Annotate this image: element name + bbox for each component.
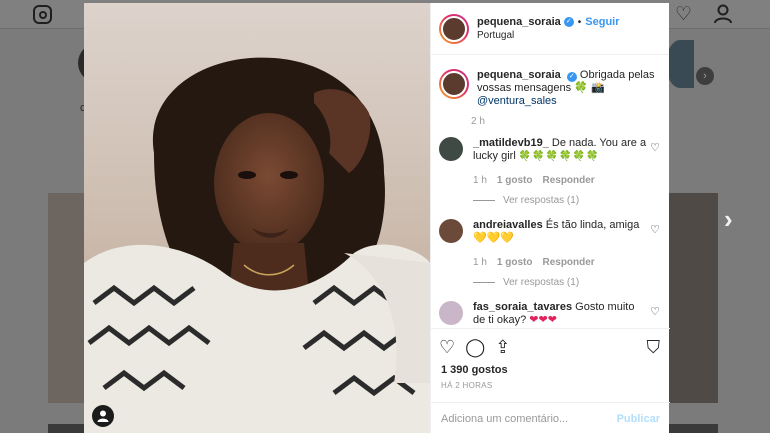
comment-time[interactable]: 1 h <box>473 174 487 187</box>
like-comment-heart-icon[interactable]: ♡ <box>650 141 660 207</box>
like-heart-icon[interactable]: ♡ <box>439 337 455 358</box>
comment-time[interactable]: 1 h <box>473 256 487 269</box>
reply-button[interactable]: Responder <box>542 256 594 269</box>
caption-mention[interactable]: @ventura_sales <box>477 95 660 108</box>
activity-heart-icon[interactable]: ♡ <box>675 3 692 26</box>
comment-input[interactable] <box>441 412 617 425</box>
post-modal: pequena_soraia ✓ • Seguir Portugal peque… <box>84 3 670 433</box>
grid-post-thumbnail <box>668 424 718 433</box>
caption-time[interactable]: 2 h <box>471 116 660 127</box>
comment-composer: Publicar <box>431 402 670 433</box>
commenter-avatar[interactable] <box>439 137 463 161</box>
author-avatar[interactable] <box>439 13 469 44</box>
commenter-username[interactable]: andreiavalles <box>473 219 543 231</box>
caption: pequena_soraia ✓ Obrigada pelas vossas m… <box>439 69 660 108</box>
likes-count[interactable]: 1 390 gostos <box>441 364 508 376</box>
stories-avatar <box>666 40 694 88</box>
reply-button[interactable]: Responder <box>542 174 594 187</box>
author-avatar[interactable] <box>439 69 469 99</box>
separator-dot: • <box>577 16 582 28</box>
publish-button[interactable]: Publicar <box>617 413 660 425</box>
grid-post-thumbnail <box>48 193 85 403</box>
comment-emoji: ❤❤❤ <box>529 314 557 326</box>
like-comment-heart-icon[interactable]: ♡ <box>650 223 660 289</box>
commenter-username[interactable]: fas_soraia_tavares <box>473 301 572 313</box>
profile-icon[interactable] <box>712 3 734 25</box>
post-actions: ♡ ◯ ⇪ ⛉ 1 390 gostos HÁ 2 HORAS Publicar <box>431 328 670 433</box>
comment-bubble-icon[interactable]: ◯ <box>465 337 485 358</box>
comment-emoji: 💛💛💛 <box>473 232 515 244</box>
post-location[interactable]: Portugal <box>477 30 620 41</box>
comment: _matildevb19_ De nada. You are a lucky g… <box>439 137 660 207</box>
post-photo[interactable] <box>84 3 430 433</box>
view-replies-button[interactable]: Ver respostas (1) <box>503 276 579 289</box>
author-username[interactable]: pequena_soraia <box>477 16 561 28</box>
commenter-avatar[interactable] <box>439 219 463 243</box>
caption-username[interactable]: pequena_soraia <box>477 69 561 81</box>
grid-post-thumbnail <box>668 193 718 403</box>
comments-list[interactable]: pequena_soraia ✓ Obrigada pelas vossas m… <box>431 56 670 328</box>
verified-badge-icon: ✓ <box>566 72 577 82</box>
instagram-logo-icon[interactable] <box>33 5 52 24</box>
follow-button[interactable]: Seguir <box>585 16 619 28</box>
comment-likes[interactable]: 1 gosto <box>497 174 533 187</box>
stories-scroll-button[interactable]: › <box>696 67 714 85</box>
like-comment-heart-icon[interactable]: ♡ <box>650 305 660 327</box>
comment: fas_soraia_tavares Gosto muito de ti oka… <box>439 301 660 327</box>
share-icon[interactable]: ⇪ <box>495 337 510 358</box>
portrait-illustration <box>84 3 430 433</box>
post-header: pequena_soraia ✓ • Seguir Portugal <box>431 3 669 55</box>
save-bookmark-icon[interactable]: ⛉ <box>647 337 661 358</box>
comment: andreiavalles És tão linda, amiga 💛💛💛 1 … <box>439 219 660 289</box>
commenter-username[interactable]: _matildevb19_ <box>473 137 549 149</box>
comment-likes[interactable]: 1 gosto <box>497 256 533 269</box>
comment-emoji: 🍀🍀🍀🍀🍀🍀 <box>518 151 600 162</box>
post-sidebar: pequena_soraia ✓ • Seguir Portugal peque… <box>430 3 670 433</box>
next-post-arrow-icon[interactable]: › <box>724 204 733 234</box>
comment-text: És tão linda, amiga <box>545 219 640 231</box>
post-timestamp[interactable]: HÁ 2 HORAS <box>441 381 492 390</box>
verified-badge-icon: ✓ <box>563 17 574 27</box>
commenter-avatar[interactable] <box>439 301 463 325</box>
grid-post-thumbnail <box>48 424 85 433</box>
view-replies-button[interactable]: Ver respostas (1) <box>503 194 579 207</box>
tagged-users-icon[interactable] <box>92 405 114 427</box>
